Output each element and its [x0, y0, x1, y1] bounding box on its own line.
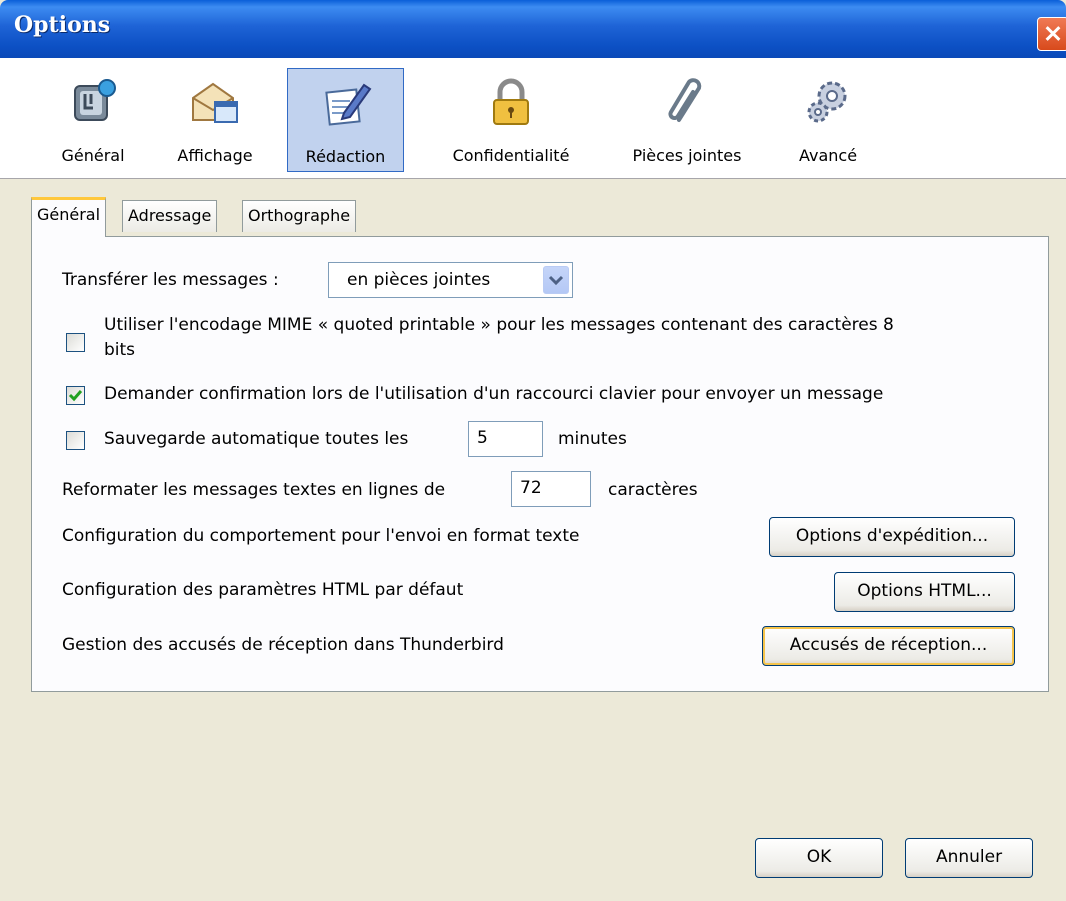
- gears-icon: [807, 81, 847, 123]
- pane-attachments[interactable]: Pièces jointes: [612, 68, 762, 172]
- title-bar[interactable]: Options: [0, 0, 1066, 58]
- forward-value: en pièces jointes: [347, 270, 491, 290]
- wrap-label: Reformater les messages textes en lignes…: [62, 480, 446, 500]
- send-options-button[interactable]: Options d'expédition...: [769, 517, 1015, 557]
- tab-panel: [31, 236, 1049, 692]
- tab-general[interactable]: Général: [31, 197, 107, 237]
- paperclip-icon: [668, 78, 702, 122]
- autosave-minutes-input[interactable]: 5: [468, 421, 543, 457]
- pane-label: Général: [61, 146, 125, 165]
- receipts-label: Gestion des accusés de réception dans Th…: [62, 635, 504, 655]
- pane-compose[interactable]: Rédaction: [287, 68, 404, 172]
- cancel-button[interactable]: Annuler: [905, 838, 1033, 878]
- wrap-length-input[interactable]: 72: [511, 471, 591, 507]
- pane-label: Avancé: [798, 146, 858, 165]
- wrap-unit: caractères: [608, 480, 698, 500]
- options-dialog: Options Général Affichage Rédaction Conf…: [0, 0, 1066, 901]
- autosave-checkbox[interactable]: [66, 431, 85, 450]
- tab-label: Orthographe: [248, 206, 351, 225]
- pane-label: Pièces jointes: [632, 146, 742, 165]
- send-format-label: Configuration du comportement pour l'env…: [62, 526, 580, 546]
- tab-spelling[interactable]: Orthographe: [242, 200, 357, 232]
- confirm-checkbox[interactable]: [66, 386, 85, 405]
- pane-label: Affichage: [177, 146, 253, 165]
- mime-label-cont: bits: [104, 340, 136, 360]
- pane-general[interactable]: Général: [44, 68, 142, 172]
- pane-toolbar: Général Affichage Rédaction Confidential…: [0, 58, 1066, 179]
- compose-pen-icon: [324, 83, 371, 126]
- window-title: Options: [14, 12, 111, 38]
- confirm-label: Demander confirmation lors de l'utilisat…: [104, 384, 884, 404]
- pane-display[interactable]: Affichage: [160, 68, 270, 172]
- ok-button[interactable]: OK: [755, 838, 883, 878]
- pane-privacy[interactable]: Confidentialité: [426, 68, 596, 172]
- close-icon[interactable]: [1037, 17, 1066, 51]
- mime-label: Utiliser l'encodage MIME « quoted printa…: [104, 315, 894, 335]
- padlock-icon: [493, 78, 529, 125]
- html-options-button[interactable]: Options HTML...: [834, 572, 1015, 612]
- forward-label: Transférer les messages :: [62, 270, 279, 290]
- tab-label: Adressage: [128, 206, 212, 225]
- pane-advanced[interactable]: Avancé: [780, 68, 876, 172]
- general-settings-icon: [74, 79, 116, 121]
- display-icon: [192, 82, 238, 123]
- mime-checkbox[interactable]: [66, 333, 85, 352]
- autosave-label: Sauvegarde automatique toutes les: [104, 429, 409, 449]
- pane-label: Rédaction: [305, 147, 386, 166]
- chevron-down-icon[interactable]: [543, 266, 569, 294]
- autosave-unit: minutes: [558, 429, 627, 449]
- forward-select[interactable]: en pièces jointes: [328, 262, 573, 298]
- receipts-button[interactable]: Accusés de réception...: [762, 626, 1015, 666]
- tab-addressing[interactable]: Adressage: [122, 200, 218, 232]
- tab-label: Général: [37, 205, 101, 224]
- html-label: Configuration des paramètres HTML par dé…: [62, 580, 464, 600]
- pane-label: Confidentialité: [452, 146, 570, 165]
- checkmark-icon: [68, 390, 83, 402]
